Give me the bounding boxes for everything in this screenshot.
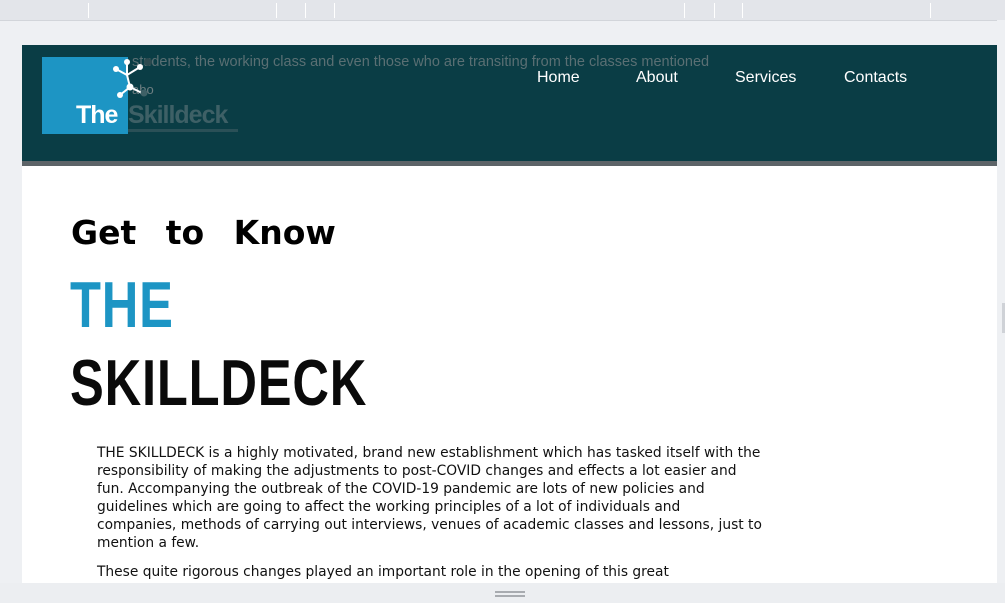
strip-divider <box>714 3 715 18</box>
strip-divider <box>276 3 277 18</box>
website-canvas: students, the working class and even tho… <box>22 45 997 583</box>
strip-divider <box>684 3 685 18</box>
strip-divider <box>742 3 743 18</box>
header-divider <box>22 161 997 166</box>
logo-tagline-bar <box>128 129 238 132</box>
right-gutter <box>997 20 1005 583</box>
hero-brand-name: SKILLDECK <box>70 346 368 419</box>
drag-handle-icon[interactable] <box>495 591 525 597</box>
nav-about[interactable]: About <box>636 69 678 87</box>
strip-divider <box>334 3 335 18</box>
intro-paragraph: THE SKILLDECK is a highly motivated, bra… <box>97 445 762 551</box>
site-header: students, the working class and even tho… <box>22 45 997 161</box>
hero-brand-the: THE <box>70 268 174 341</box>
second-paragraph: These quite rigorous changes played an i… <box>97 564 740 583</box>
bottom-strip <box>0 583 1005 603</box>
nav-services[interactable]: Services <box>735 69 796 87</box>
strip-divider <box>930 3 931 18</box>
logo-word-the: The <box>76 101 118 129</box>
browser-top-strip <box>0 0 1005 21</box>
nav-contacts[interactable]: Contacts <box>844 69 907 87</box>
main-nav: Home About Services Contacts <box>22 69 997 93</box>
hero-kicker: Get to Know <box>71 213 336 252</box>
strip-divider <box>305 3 306 18</box>
strip-divider <box>88 3 89 18</box>
logo-word-skilldeck: Skilldeck <box>128 101 228 129</box>
nav-home[interactable]: Home <box>537 69 580 87</box>
